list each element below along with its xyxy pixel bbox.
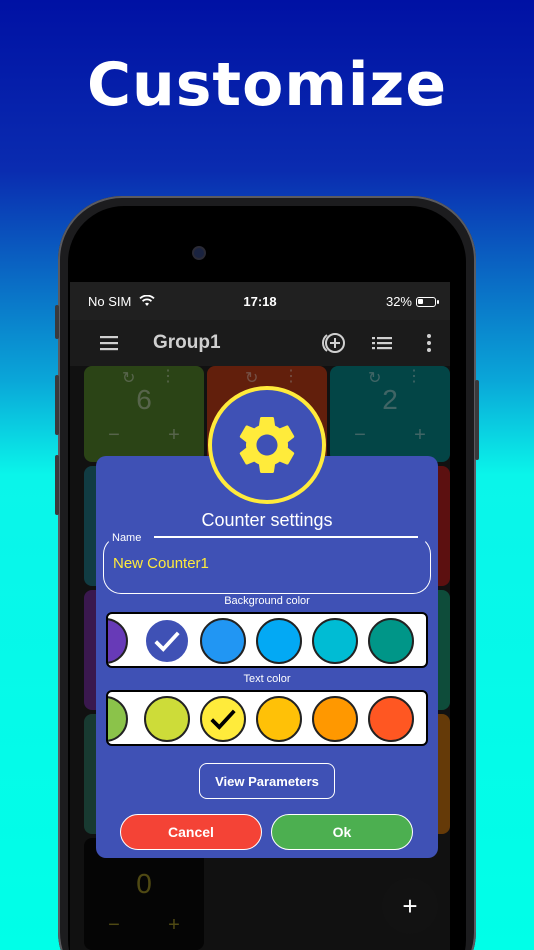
battery-percent: 32% <box>385 294 412 309</box>
check-icon <box>210 709 236 730</box>
volume-up-button <box>55 375 59 435</box>
color-swatch[interactable] <box>200 618 246 664</box>
color-swatch[interactable] <box>256 618 302 664</box>
settings-badge <box>208 386 326 504</box>
color-swatch[interactable] <box>108 696 128 742</box>
gear-icon <box>239 417 295 473</box>
mute-switch <box>55 305 59 339</box>
volume-down-button <box>55 455 59 515</box>
name-field-outline <box>154 536 418 538</box>
check-icon <box>154 631 180 652</box>
battery-icon <box>416 296 439 307</box>
name-label: Name <box>112 532 142 544</box>
color-swatch[interactable] <box>256 696 302 742</box>
more-vert-icon[interactable] <box>416 330 442 356</box>
cancel-button[interactable]: Cancel <box>120 814 262 850</box>
add-counter-fab[interactable]: + <box>382 878 438 934</box>
text-color-label: Text color <box>243 673 291 685</box>
color-swatch[interactable] <box>144 696 190 742</box>
color-swatch[interactable] <box>200 696 246 742</box>
battery-indicator: 32% <box>385 294 439 309</box>
status-bar: No SIM 17:18 32% <box>70 282 450 320</box>
group-title[interactable]: Group1 <box>153 332 221 354</box>
dialog-title: Counter settings <box>201 510 333 530</box>
color-swatch[interactable] <box>144 618 190 664</box>
background-color-label: Background color <box>224 595 310 607</box>
background-color-picker[interactable] <box>106 612 428 668</box>
color-swatch[interactable] <box>312 696 358 742</box>
color-swatch[interactable] <box>312 618 358 664</box>
app-bar: Group1 <box>70 320 450 366</box>
add-counter-icon[interactable] <box>320 330 346 356</box>
hamburger-menu-icon[interactable] <box>98 330 124 356</box>
view-parameters-button[interactable]: View Parameters <box>199 763 335 799</box>
color-swatch[interactable] <box>368 696 414 742</box>
ok-button[interactable]: Ok <box>271 814 413 850</box>
color-swatch[interactable] <box>368 618 414 664</box>
headline: Customize <box>86 50 448 120</box>
color-swatch[interactable] <box>108 618 128 664</box>
list-view-icon[interactable] <box>370 330 396 356</box>
front-camera <box>192 246 206 260</box>
name-input-value[interactable]: New Counter1 <box>113 555 209 572</box>
power-button <box>475 380 479 460</box>
text-color-picker[interactable] <box>106 690 428 746</box>
